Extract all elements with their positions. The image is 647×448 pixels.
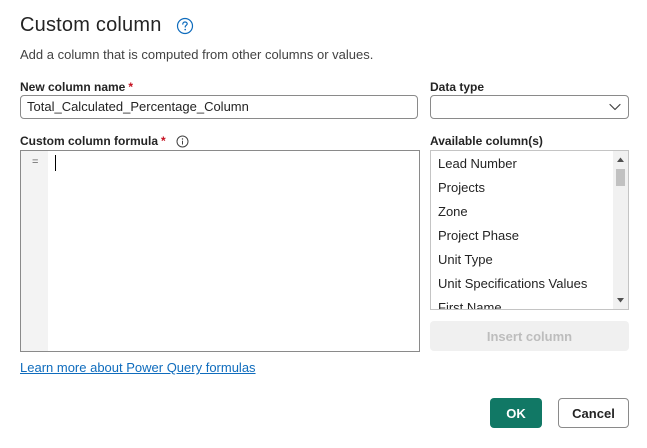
new-column-name-input[interactable]: Total_Calculated_Percentage_Column (20, 95, 418, 119)
custom-column-dialog: Custom column Add a column that is compu… (0, 0, 647, 448)
available-columns-label-text: Available column(s) (430, 134, 543, 148)
new-column-name-label-text: New column name (20, 80, 126, 94)
list-item[interactable]: Lead Number (438, 156, 517, 171)
gutter-equals-sign: = (32, 156, 39, 168)
data-type-dropdown[interactable] (430, 95, 629, 119)
dialog-subtitle: Add a column that is computed from other… (20, 47, 374, 62)
formula-label-text: Custom column formula (20, 134, 159, 148)
list-item[interactable]: Projects (438, 180, 485, 195)
ok-button[interactable]: OK (490, 398, 542, 428)
insert-column-button[interactable]: Insert column (430, 321, 629, 351)
scroll-up-arrow-icon[interactable] (616, 156, 625, 163)
scroll-down-arrow-icon[interactable] (616, 297, 625, 304)
available-columns-label: Available column(s) (430, 134, 543, 148)
text-caret (55, 155, 56, 171)
data-type-label-text: Data type (430, 80, 485, 94)
list-item[interactable]: Zone (438, 204, 468, 219)
line-number-gutter (21, 151, 48, 351)
available-columns-list[interactable]: Lead Number Projects Zone Project Phase … (430, 150, 629, 310)
required-mark: * (161, 134, 166, 148)
list-item[interactable]: Project Phase (438, 228, 519, 243)
dialog-title: Custom column (20, 14, 162, 36)
help-circle-icon[interactable] (176, 17, 194, 35)
data-type-label: Data type (430, 80, 484, 94)
formula-label: Custom column formula * (20, 134, 189, 148)
list-scrollbar[interactable] (613, 151, 628, 309)
new-column-name-label: New column name * (20, 80, 133, 94)
formula-editor[interactable]: = (20, 150, 420, 352)
info-icon[interactable] (176, 135, 189, 148)
list-item[interactable]: Unit Specifications Values (438, 276, 587, 291)
cancel-button[interactable]: Cancel (558, 398, 629, 428)
title-row: Custom column (20, 14, 194, 37)
list-item[interactable]: Unit Type (438, 252, 493, 267)
learn-more-link[interactable]: Learn more about Power Query formulas (20, 360, 256, 375)
list-item[interactable]: First Name (438, 300, 502, 309)
required-mark: * (128, 80, 134, 94)
scroll-thumb[interactable] (616, 169, 625, 186)
chevron-down-icon (609, 103, 621, 111)
